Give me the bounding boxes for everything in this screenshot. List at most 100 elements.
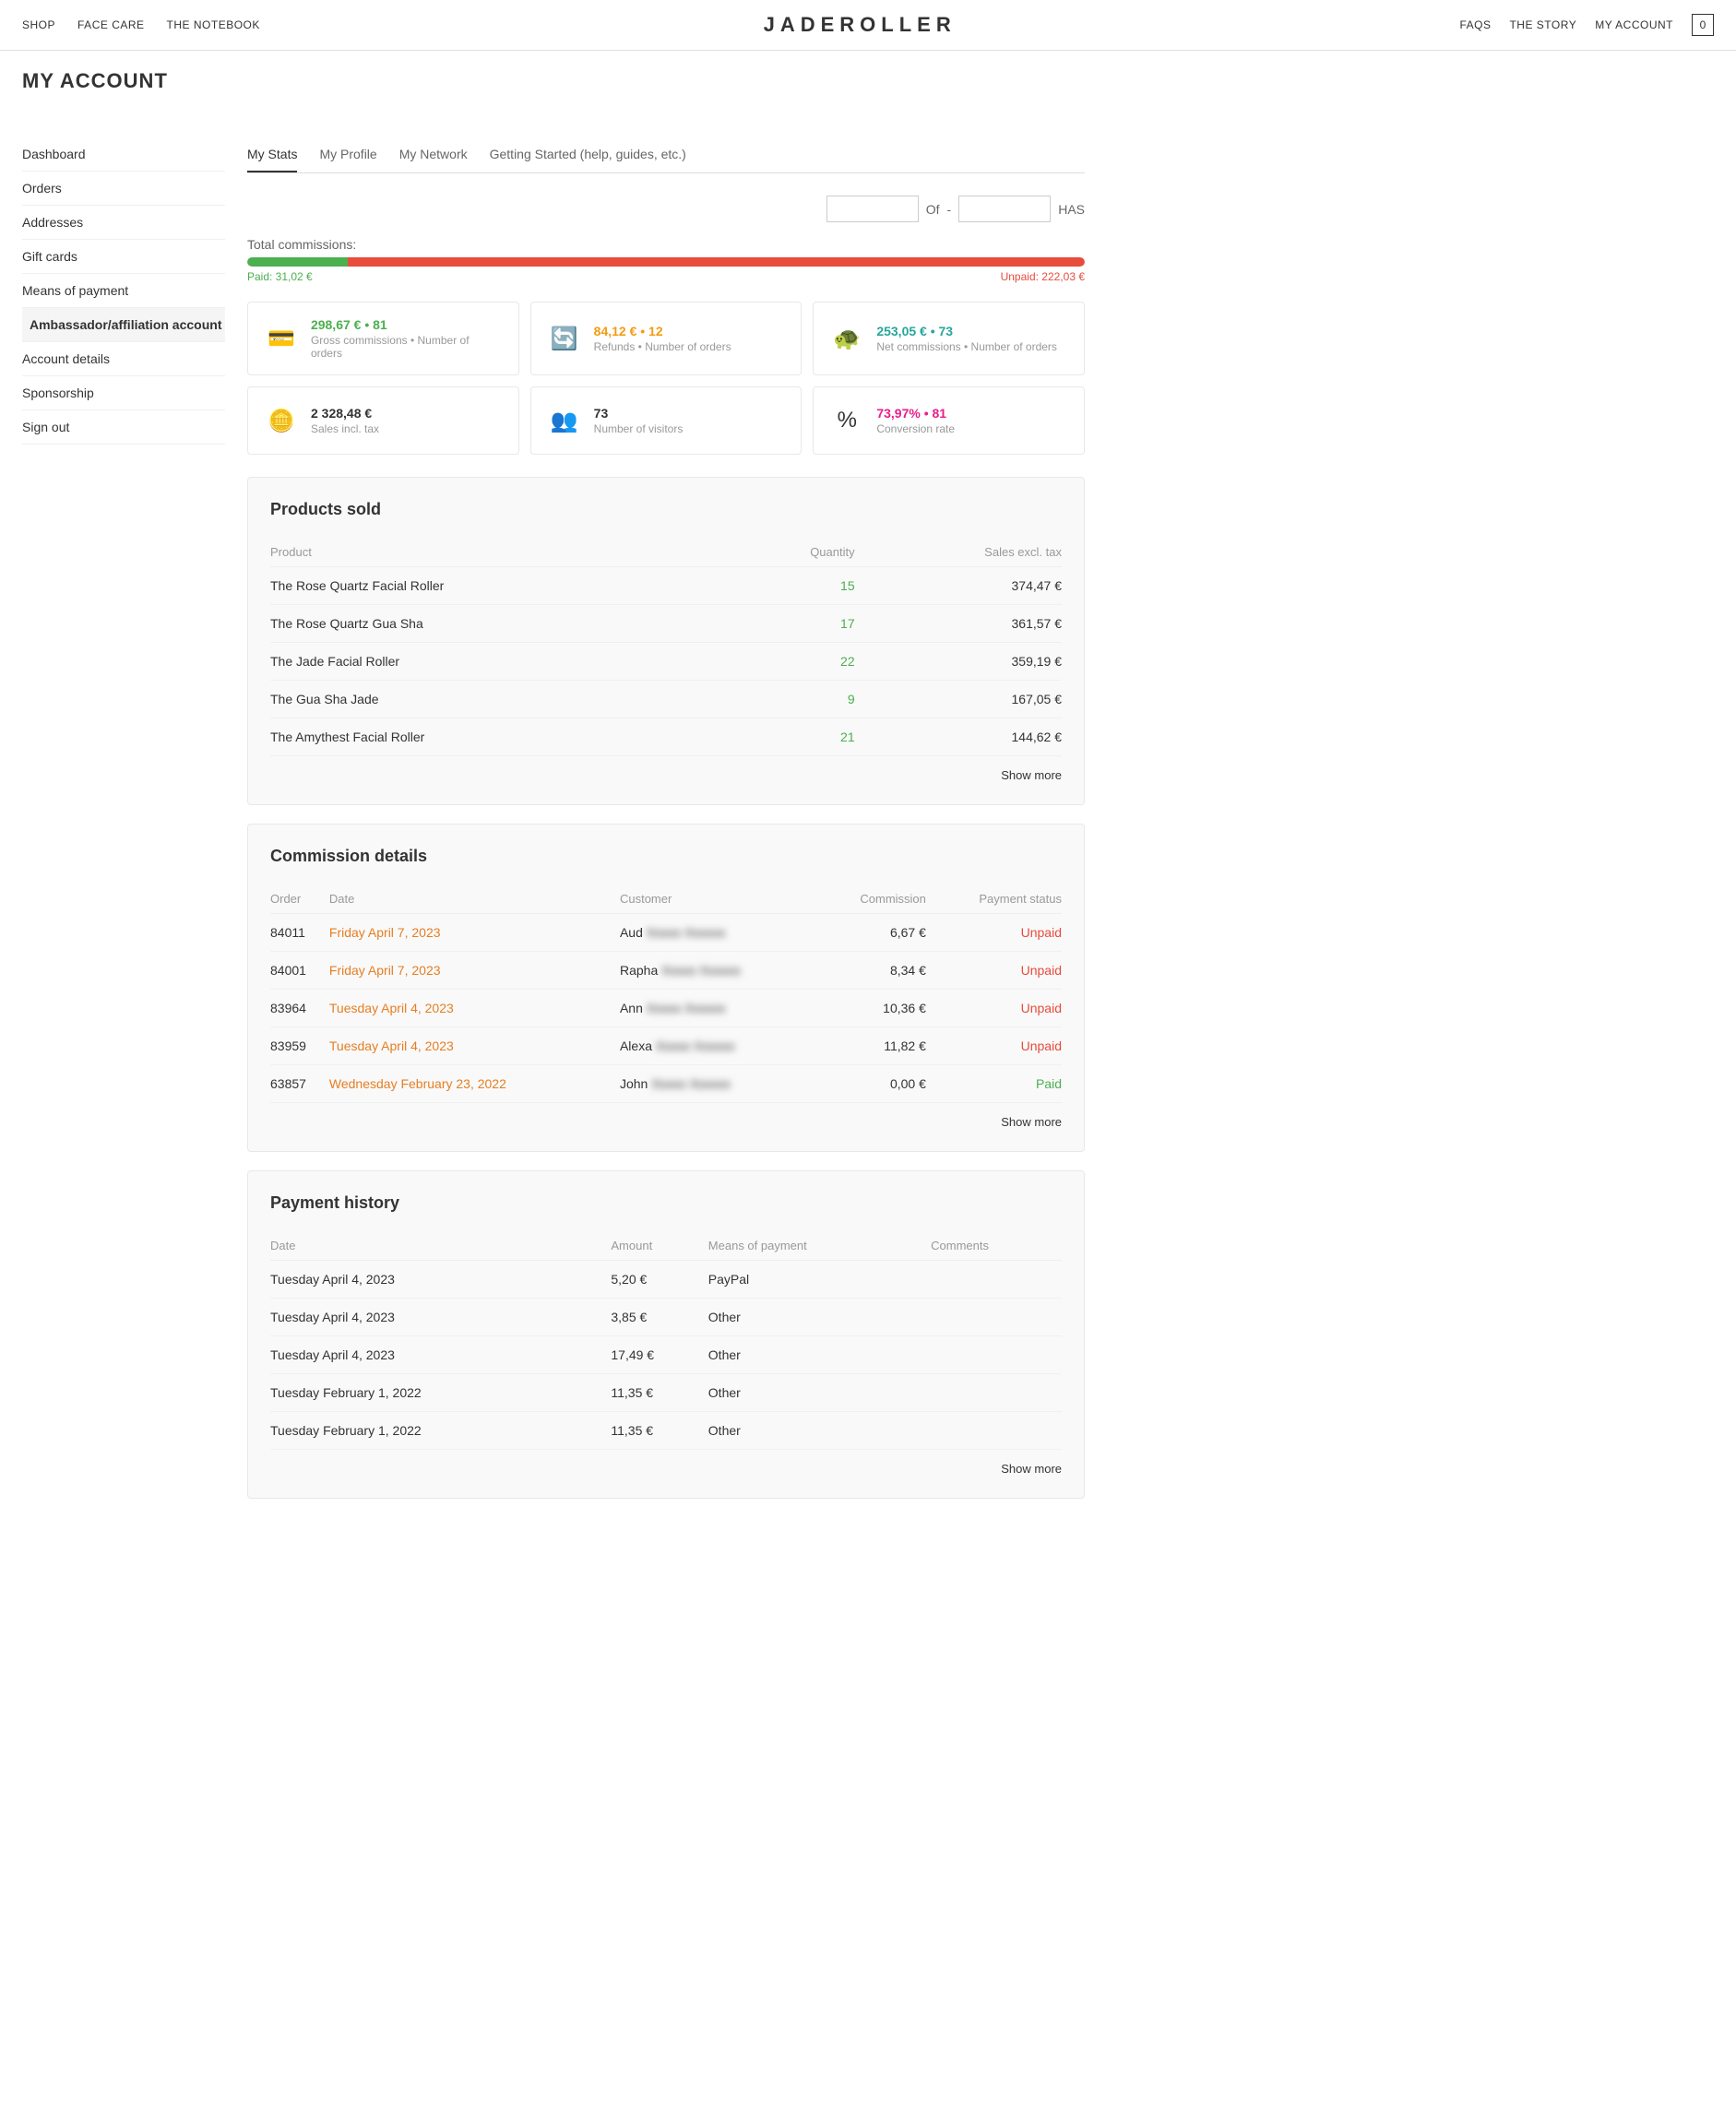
col-commission: Commission — [818, 884, 926, 914]
col-ph-means: Means of payment — [708, 1231, 931, 1261]
payment-means-0: PayPal — [708, 1261, 931, 1299]
filter-of-label: Of — [926, 202, 940, 217]
comm-customer-1: Rapha Xxxxx Xxxxxx — [620, 952, 818, 990]
sidebar-item-sign-out[interactable]: Sign out — [22, 410, 225, 445]
product-sales-3: 167,05 € — [855, 681, 1062, 718]
sidebar-item-account-details[interactable]: Account details — [22, 342, 225, 376]
nav-the-story[interactable]: THE STORY — [1509, 18, 1576, 31]
progress-bar-paid — [247, 257, 348, 267]
col-quantity: Quantity — [735, 538, 855, 567]
filter-to-input[interactable] — [958, 196, 1051, 222]
payment-history-title: Payment history — [270, 1193, 1062, 1213]
brand-logo[interactable]: JADEROLLER — [764, 13, 957, 37]
sidebar-item-addresses[interactable]: Addresses — [22, 206, 225, 240]
nav-faqs[interactable]: FAQS — [1459, 18, 1491, 31]
comm-date-1: Friday April 7, 2023 — [329, 952, 620, 990]
payment-amount-1: 3,85 € — [611, 1299, 707, 1336]
col-ph-date: Date — [270, 1231, 611, 1261]
col-date: Date — [329, 884, 620, 914]
commission-row-2: 83964 Tuesday April 4, 2023 Ann Xxxxx Xx… — [270, 990, 1062, 1027]
nav-my-account[interactable]: MY ACCOUNT — [1595, 18, 1673, 31]
nav-face-care[interactable]: FACE CARE — [77, 18, 145, 31]
payment-means-1: Other — [708, 1299, 931, 1336]
stat-label-2: Net commissions • Number of orders — [876, 340, 1057, 353]
sidebar-item-means-of-payment[interactable]: Means of payment — [22, 274, 225, 308]
comm-amount-3: 11,82 € — [818, 1027, 926, 1065]
sidebar-item-sponsorship[interactable]: Sponsorship — [22, 376, 225, 410]
product-qty-1: 17 — [735, 605, 855, 643]
comm-order-4: 63857 — [270, 1065, 329, 1103]
stat-card-5: % 73,97% • 81 Conversion rate — [813, 386, 1085, 455]
tab-my-network[interactable]: My Network — [399, 137, 468, 172]
sidebar-item-orders[interactable]: Orders — [22, 172, 225, 206]
comm-customer-2: Ann Xxxxx Xxxxxx — [620, 990, 818, 1027]
product-row-2: The Jade Facial Roller 22 359,19 € — [270, 643, 1062, 681]
sidebar-item-gift-cards[interactable]: Gift cards — [22, 240, 225, 274]
commission-row-3: 83959 Tuesday April 4, 2023 Alexa Xxxxx … — [270, 1027, 1062, 1065]
stat-value-3: 2 328,48 € — [311, 406, 379, 421]
commission-details-title: Commission details — [270, 847, 1062, 866]
top-nav-left: SHOP FACE CARE THE NOTEBOOK — [22, 18, 260, 31]
payment-comments-1 — [931, 1299, 1062, 1336]
filter-bar: Of - HAS — [247, 196, 1085, 222]
payment-amount-3: 11,35 € — [611, 1374, 707, 1412]
stat-value-0: 298,67 € • 81 — [311, 317, 504, 332]
payment-row-2: Tuesday April 4, 2023 17,49 € Other — [270, 1336, 1062, 1374]
payment-date-2: Tuesday April 4, 2023 — [270, 1336, 611, 1374]
stat-icon-0: 💳 — [263, 320, 300, 357]
products-sold-title: Products sold — [270, 500, 1062, 519]
payment-row-3: Tuesday February 1, 2022 11,35 € Other — [270, 1374, 1062, 1412]
product-qty-2: 22 — [735, 643, 855, 681]
page-container: Dashboard Orders Addresses Gift cards Me… — [0, 115, 1107, 1539]
sidebar-item-dashboard[interactable]: Dashboard — [22, 137, 225, 172]
unpaid-label: Unpaid: 222,03 € — [1001, 270, 1085, 283]
nav-notebook[interactable]: THE NOTEBOOK — [167, 18, 260, 31]
product-row-4: The Amythest Facial Roller 21 144,62 € — [270, 718, 1062, 756]
stat-value-5: 73,97% • 81 — [876, 406, 955, 421]
nav-shop[interactable]: SHOP — [22, 18, 55, 31]
cart-icon[interactable]: 0 — [1692, 14, 1714, 36]
stat-value-1: 84,12 € • 12 — [594, 324, 731, 338]
main-content: My Stats My Profile My Network Getting S… — [247, 137, 1085, 1517]
progress-bar-unpaid — [348, 257, 1085, 267]
payment-date-1: Tuesday April 4, 2023 — [270, 1299, 611, 1336]
product-name-1: The Rose Quartz Gua Sha — [270, 605, 735, 643]
products-show-more[interactable]: Show more — [270, 756, 1062, 782]
product-sales-0: 374,47 € — [855, 567, 1062, 605]
product-name-2: The Jade Facial Roller — [270, 643, 735, 681]
payment-show-more[interactable]: Show more — [270, 1450, 1062, 1476]
stat-icon-2: 🐢 — [828, 320, 865, 357]
product-row-1: The Rose Quartz Gua Sha 17 361,57 € — [270, 605, 1062, 643]
product-name-4: The Amythest Facial Roller — [270, 718, 735, 756]
payment-row-1: Tuesday April 4, 2023 3,85 € Other — [270, 1299, 1062, 1336]
comm-date-0: Friday April 7, 2023 — [329, 914, 620, 952]
payment-comments-2 — [931, 1336, 1062, 1374]
top-navigation: SHOP FACE CARE THE NOTEBOOK JADEROLLER F… — [0, 0, 1736, 51]
col-product: Product — [270, 538, 735, 567]
product-qty-4: 21 — [735, 718, 855, 756]
filter-dash: - — [947, 202, 952, 217]
paid-label: Paid: 31,02 € — [247, 270, 313, 283]
filter-from-input[interactable] — [826, 196, 919, 222]
sidebar-item-ambassador[interactable]: Ambassador/affiliation account — [22, 308, 225, 342]
commission-details-table: Order Date Customer Commission Payment s… — [270, 884, 1062, 1103]
comm-customer-0: Aud Xxxxx Xxxxxx — [620, 914, 818, 952]
product-sales-4: 144,62 € — [855, 718, 1062, 756]
tab-my-stats[interactable]: My Stats — [247, 137, 297, 172]
sidebar: Dashboard Orders Addresses Gift cards Me… — [22, 137, 225, 1517]
comm-date-2: Tuesday April 4, 2023 — [329, 990, 620, 1027]
tab-getting-started[interactable]: Getting Started (help, guides, etc.) — [490, 137, 686, 172]
col-ph-comments: Comments — [931, 1231, 1062, 1261]
col-order: Order — [270, 884, 329, 914]
stat-value-2: 253,05 € • 73 — [876, 324, 1057, 338]
tab-my-profile[interactable]: My Profile — [319, 137, 376, 172]
comm-order-1: 84001 — [270, 952, 329, 990]
comm-order-3: 83959 — [270, 1027, 329, 1065]
comm-amount-0: 6,67 € — [818, 914, 926, 952]
products-sold-section: Products sold Product Quantity Sales exc… — [247, 477, 1085, 805]
stat-card-4: 👥 73 Number of visitors — [530, 386, 803, 455]
col-customer: Customer — [620, 884, 818, 914]
payment-amount-2: 17,49 € — [611, 1336, 707, 1374]
stat-icon-3: 🪙 — [263, 402, 300, 439]
commission-show-more[interactable]: Show more — [270, 1103, 1062, 1129]
